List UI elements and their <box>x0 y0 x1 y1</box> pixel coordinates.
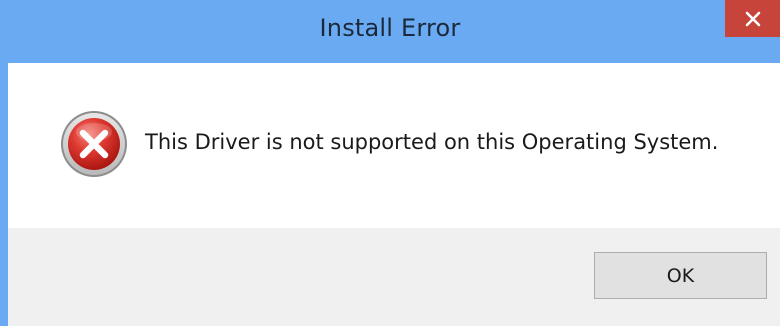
close-button[interactable] <box>725 0 780 37</box>
message-area: This Driver is not supported on this Ope… <box>8 63 780 228</box>
close-icon <box>745 11 760 26</box>
error-message: This Driver is not supported on this Ope… <box>145 130 719 154</box>
ok-button[interactable]: OK <box>594 252 767 299</box>
error-icon <box>61 111 127 177</box>
title-bar[interactable]: Install Error <box>0 0 780 63</box>
install-error-dialog: Install Error This Driver is not support… <box>0 0 780 326</box>
button-area: OK <box>8 228 780 326</box>
dialog-body: This Driver is not supported on this Ope… <box>8 63 780 326</box>
window-title: Install Error <box>319 14 461 42</box>
